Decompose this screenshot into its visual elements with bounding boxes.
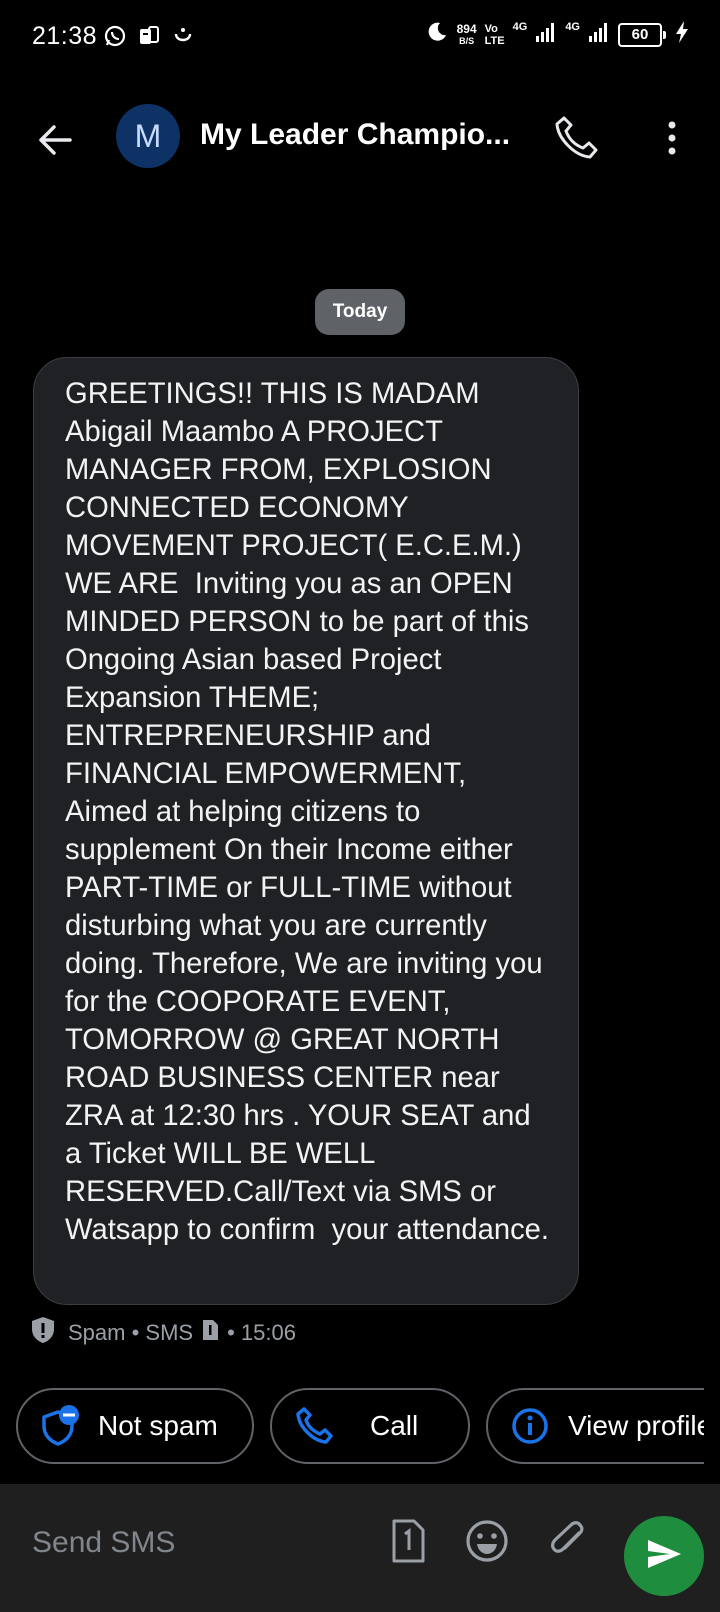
status-bar: 21:38 894 B/S Vo LTE 4G 4G 60 xyxy=(0,0,720,80)
do-not-disturb-moon-icon xyxy=(425,20,449,49)
network-speed-value: 894 xyxy=(456,21,477,36)
status-time: 21:38 xyxy=(32,22,98,50)
avatar-letter: M xyxy=(134,117,162,154)
volte-indicator: Vo LTE xyxy=(485,23,505,47)
contact-name[interactable]: My Leader Champio... xyxy=(200,118,520,152)
info-icon xyxy=(510,1406,550,1446)
paperclip-icon xyxy=(546,1521,592,1568)
spam-shield-icon xyxy=(30,1316,56,1350)
charging-bolt-icon xyxy=(674,20,690,49)
sim-card-icon xyxy=(201,1319,219,1347)
sim-card-icon xyxy=(390,1519,426,1568)
more-options-button[interactable] xyxy=(652,112,692,164)
voice-call-button[interactable] xyxy=(550,112,602,164)
network-type-2: 4G xyxy=(565,20,580,33)
notification-icons xyxy=(103,24,195,53)
app-notification-icon xyxy=(137,24,161,53)
more-vert-icon xyxy=(652,121,692,168)
attach-button[interactable] xyxy=(546,1518,592,1569)
contact-avatar[interactable]: M xyxy=(116,104,180,168)
arrow-back-icon xyxy=(28,125,84,172)
volte-bottom: LTE xyxy=(484,34,505,47)
battery-icon: 60 xyxy=(618,22,666,47)
message-meta: Spam • SMS • 15:06 xyxy=(30,1316,296,1350)
message-type-label: Spam • SMS xyxy=(68,1320,194,1345)
network-speed-unit: B/S xyxy=(459,35,475,46)
not-spam-label: Not spam xyxy=(98,1410,218,1441)
not-spam-chip[interactable]: Not spam xyxy=(16,1388,254,1464)
back-button[interactable] xyxy=(28,112,84,168)
battery-level: 60 xyxy=(631,26,649,43)
smile-notification-icon xyxy=(171,24,195,53)
date-separator: Today xyxy=(315,289,405,335)
emoji-button[interactable] xyxy=(464,1518,510,1569)
phone-icon xyxy=(294,1406,334,1446)
send-icon xyxy=(644,1534,684,1579)
shield-remove-icon xyxy=(40,1404,80,1448)
emoji-smile-icon xyxy=(464,1520,510,1568)
send-button[interactable] xyxy=(624,1516,704,1596)
compose-bar: Send SMS xyxy=(0,1484,720,1612)
whatsapp-icon xyxy=(103,24,127,53)
incoming-message-bubble[interactable]: GREETINGS!! THIS IS MADAM Abigail Maambo… xyxy=(33,357,579,1305)
volte-top: Vo xyxy=(484,22,498,35)
message-input[interactable]: Send SMS xyxy=(32,1526,175,1560)
view-profile-label: View profile xyxy=(568,1410,704,1441)
phone-icon xyxy=(550,116,602,168)
message-timestamp: • 15:06 xyxy=(227,1320,296,1345)
sim-selector-button[interactable] xyxy=(390,1518,426,1569)
conversation-header: M My Leader Champio... xyxy=(0,92,720,182)
signal-strength-icon-1 xyxy=(535,21,557,48)
suggestion-chips: Not spam Call View profile xyxy=(0,1388,704,1468)
signal-strength-icon-2 xyxy=(588,21,610,48)
call-label: Call xyxy=(370,1410,419,1441)
network-type-1: 4G xyxy=(512,20,528,33)
view-profile-chip[interactable]: View profile xyxy=(486,1388,704,1464)
network-speed: 894 B/S xyxy=(457,23,477,47)
call-chip[interactable]: Call xyxy=(270,1388,470,1464)
status-right-icons: 894 B/S Vo LTE 4G 4G 60 xyxy=(425,20,690,49)
message-text: GREETINGS!! THIS IS MADAM Abigail Maambo… xyxy=(65,378,551,1246)
